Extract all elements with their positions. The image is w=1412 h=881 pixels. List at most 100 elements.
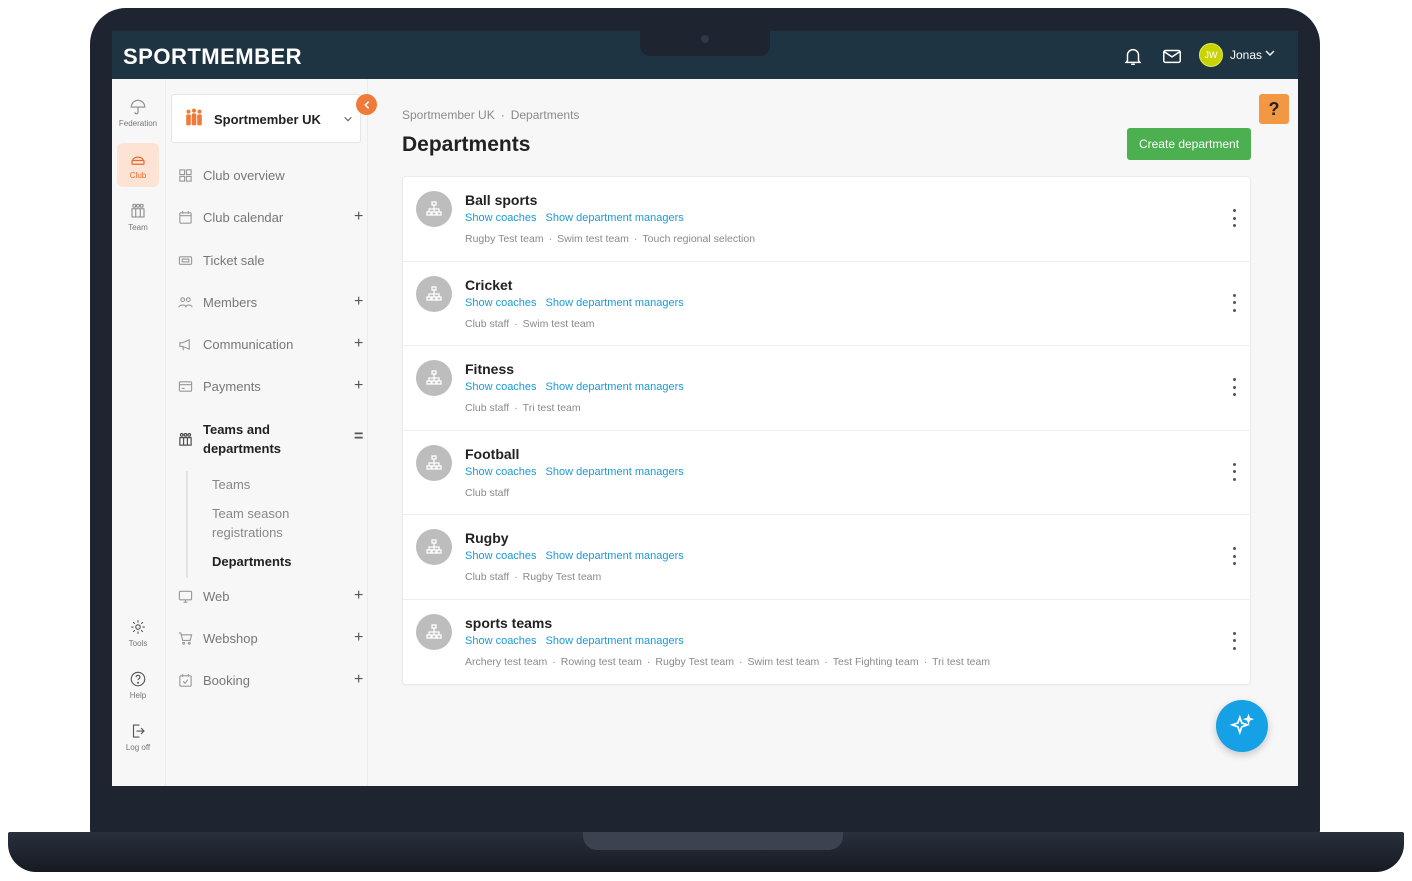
rail-federation[interactable]: Federation [117,91,159,135]
team-name[interactable]: Touch regional selection [642,233,755,245]
team-separator: · [514,317,518,330]
team-name[interactable]: Swim test team [748,656,820,668]
team-name[interactable]: Rugby Test team [465,233,544,245]
team-name[interactable]: Tri test team [932,656,990,668]
nav-members[interactable]: Members + [178,290,363,314]
more-options-icon[interactable] [1229,209,1239,227]
department-name[interactable]: Football [465,446,519,462]
show-coaches-link[interactable]: Show coaches [465,381,537,393]
show-managers-link[interactable]: Show department managers [546,466,684,478]
team-name[interactable]: Club staff [465,487,509,499]
more-options-icon[interactable] [1229,293,1239,312]
expand-plus-icon[interactable]: + [354,587,363,605]
collapse-equals-icon[interactable]: = [354,427,363,446]
more-options-icon[interactable] [1229,462,1239,481]
subnav-team-season-registrations[interactable]: Team season registrations [212,504,322,542]
department-name[interactable]: Ball sports [465,192,537,208]
breadcrumb-club[interactable]: Sportmember UK [402,108,495,122]
avatar[interactable]: JW [1199,43,1223,67]
show-managers-link[interactable]: Show department managers [546,381,684,393]
show-managers-link[interactable]: Show department managers [546,635,684,647]
chevron-down-icon[interactable] [1264,47,1276,59]
show-coaches-link[interactable]: Show coaches [465,212,537,224]
team-name[interactable]: Rowing test team [561,656,642,668]
rail-help[interactable]: Help [117,663,159,707]
team-name[interactable]: Tri test team [523,402,581,414]
bell-icon[interactable] [1122,45,1144,67]
team-name[interactable]: Club staff [465,402,509,414]
rail-club[interactable]: Club [117,143,159,187]
nav-ticket-sale[interactable]: Ticket sale [178,248,358,272]
more-options-icon[interactable] [1229,547,1239,565]
expand-plus-icon[interactable]: + [354,671,363,689]
nav-label: Club calendar [203,209,284,225]
mail-icon[interactable] [1161,45,1183,67]
club-icon [131,156,145,165]
department-links: Show coaches Show department managers [465,212,684,224]
show-coaches-link[interactable]: Show coaches [465,635,537,647]
team-name[interactable]: Club staff [465,318,509,330]
department-name[interactable]: Cricket [465,277,512,293]
rail-logoff[interactable]: Log off [117,715,159,759]
department-row[interactable]: sports teams Show coaches Show department … [403,600,1250,685]
show-managers-link[interactable]: Show department managers [546,212,684,224]
department-row[interactable]: Fitness Show coaches Show department manag… [403,346,1250,431]
nav-communication[interactable]: Communication + [178,332,363,356]
create-department-button[interactable]: Create department [1127,128,1251,160]
expand-plus-icon[interactable]: + [354,293,363,311]
app-logo[interactable]: SPORTMEMBER [123,44,302,70]
help-button[interactable]: ? [1259,94,1289,124]
team-name[interactable]: Rugby Test team [523,571,602,583]
club-selector[interactable]: Sportmember UK [171,94,361,143]
nav-club-overview[interactable]: Club overview [178,163,358,187]
nav-webshop[interactable]: Webshop + [178,626,363,650]
chevron-down-icon [344,116,352,122]
department-name[interactable]: sports teams [465,615,552,631]
department-teams: Club staff · Tri test team [465,402,581,414]
department-row[interactable]: Rugby Show coaches Show department manager… [403,515,1250,600]
subnav-departments[interactable]: Departments [212,552,291,571]
nav-web[interactable]: Web + [178,584,363,608]
department-row[interactable]: Ball sports Show coaches Show department m… [403,177,1250,262]
org-chart-icon [426,454,442,470]
team-name[interactable]: Swim test team [557,233,629,245]
department-row[interactable]: Football Show coaches Show department mana… [403,431,1250,515]
expand-plus-icon[interactable]: + [354,377,363,395]
expand-plus-icon[interactable]: + [354,335,363,353]
team-separator: · [824,655,828,668]
rail-team[interactable]: Team [117,195,159,239]
rail-tools[interactable]: Tools [117,611,159,655]
department-icon [416,529,452,565]
team-name[interactable]: Archery test team [465,656,547,668]
team-name[interactable]: Swim test team [523,318,595,330]
members-icon [178,296,193,307]
chevron-left-icon [363,100,369,109]
more-options-icon[interactable] [1229,378,1239,396]
show-managers-link[interactable]: Show department managers [546,297,684,309]
show-coaches-link[interactable]: Show coaches [465,297,537,309]
team-name[interactable]: Club staff [465,571,509,583]
subnav-teams[interactable]: Teams [212,475,250,494]
department-icon [416,360,452,396]
team-name[interactable]: Rugby Test team [655,656,734,668]
nav-booking[interactable]: Booking + [178,668,363,692]
nav-payments[interactable]: Payments + [178,374,363,398]
nav-teams-departments[interactable]: Teams and departments = [178,419,363,459]
expand-plus-icon[interactable]: + [354,629,363,647]
department-name[interactable]: Rugby [465,530,509,546]
collapse-sidebar-button[interactable] [356,94,377,115]
expand-plus-icon[interactable]: + [354,208,363,226]
user-name[interactable]: Jonas [1230,48,1262,62]
department-row[interactable]: Cricket Show coaches Show department manag… [403,262,1250,346]
more-options-icon[interactable] [1229,631,1239,650]
show-managers-link[interactable]: Show department managers [546,550,684,562]
show-coaches-link[interactable]: Show coaches [465,550,537,562]
department-name[interactable]: Fitness [465,361,514,377]
team-name[interactable]: Test Fighting team [833,656,919,668]
department-links: Show coaches Show department managers [465,550,684,562]
show-coaches-link[interactable]: Show coaches [465,466,537,478]
ai-assistant-button[interactable] [1216,700,1268,752]
nav-club-calendar[interactable]: Club calendar + [178,205,363,229]
submenu-line [186,471,188,578]
nav-label: Ticket sale [203,252,265,268]
